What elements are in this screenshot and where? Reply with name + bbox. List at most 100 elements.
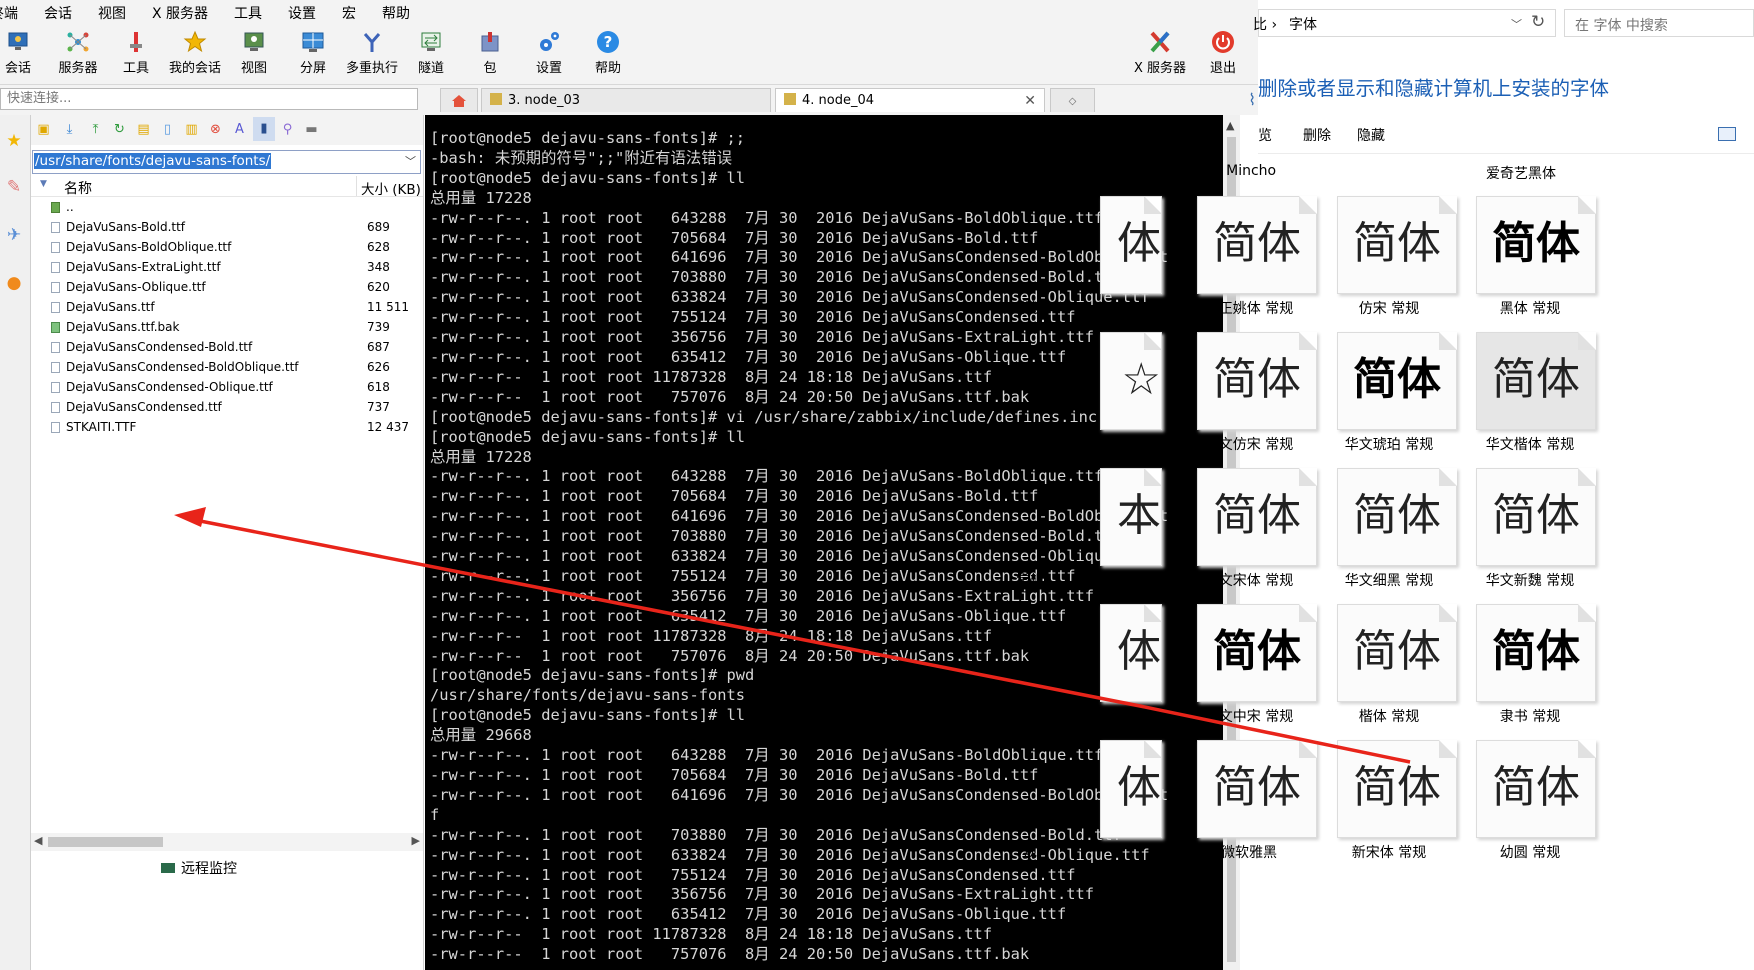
file-row[interactable]: DejaVuSans-Bold.ttf 689 [31,217,423,237]
tunnel-button[interactable]: 隧道 [400,28,462,80]
sftp-icon[interactable]: ● [4,273,24,293]
tab-node-04[interactable]: 4. node_04 ✕ [775,88,1045,112]
menu-item[interactable]: 帮助 [382,3,410,23]
font-preview-tile[interactable]: ☆ [1100,332,1162,430]
file-row[interactable]: DejaVuSansCondensed-Bold.ttf 687 [31,337,423,357]
home-tab[interactable] [440,88,478,112]
settings-button[interactable]: 设置 [518,28,580,80]
delete-icon[interactable]: ⊗ [207,121,224,138]
refresh-icon[interactable]: ↻ [1531,12,1545,32]
font-file-icon [51,402,60,413]
servers-button[interactable]: 服务器 [47,28,109,80]
font-preview-tile[interactable]: 体 [1100,196,1162,294]
tools-icon[interactable]: ✎ [4,177,24,197]
menu-item[interactable]: 视图 [98,3,126,23]
delete-button[interactable]: 删除 [1303,125,1331,145]
menu-item[interactable]: 设置 [288,3,316,23]
font-preview-tile[interactable]: 简体 [1476,332,1596,430]
menu-item[interactable]: 宏 [342,3,356,23]
x-server-button[interactable]: X 服务器 [1123,28,1197,80]
scroll-left-icon[interactable]: ◀ [34,834,42,847]
tab-node-03[interactable]: 3. node_03 [481,88,771,112]
preview-button[interactable]: 览 [1258,125,1272,145]
column-size[interactable]: 大小 (KB) [361,178,421,198]
page-heading: 删除或者显示和隐藏计算机上安装的字体 [1258,77,1610,100]
font-caption: Yu Mincho [1205,163,1277,179]
quick-connect-input[interactable]: 快速连接... [0,88,418,110]
my-sessions-button[interactable]: 我的会话 [164,28,226,80]
chevron-down-icon[interactable]: ﹀ [1511,16,1522,32]
font-preview-tile[interactable]: 简体 [1197,196,1317,294]
file-row[interactable]: STKAITI.TTF 12 437 [31,417,423,437]
menu-item[interactable]: 工具 [234,3,262,23]
font-file-icon [51,282,60,293]
close-tab-icon[interactable]: ✕ [1024,89,1036,113]
file-row[interactable]: DejaVuSansCondensed-Oblique.ttf 618 [31,377,423,397]
open-folder-icon[interactable]: ▥ [183,121,200,138]
file-row[interactable]: DejaVuSansCondensed-BoldOblique.ttf 626 [31,357,423,377]
scroll-up-icon[interactable]: ▲ [1226,119,1234,132]
font-preview-tile[interactable]: 简体 [1337,332,1457,430]
download-icon[interactable]: ⤓ [61,121,78,138]
menu-item[interactable]: 終端 [0,3,18,23]
font-preview-tile[interactable]: 简体 [1337,196,1457,294]
file-row[interactable]: DejaVuSansCondensed.ttf 737 [31,397,423,417]
file-row-updir[interactable]: .. [31,197,423,217]
macros-icon[interactable]: ✈ [4,225,24,245]
settings-icon[interactable]: ▬ [303,121,320,138]
help-button[interactable]: ? 帮助 [577,28,639,80]
split-button[interactable]: 分屏 [282,28,344,80]
menu-item[interactable]: 会话 [44,3,72,23]
tools-button[interactable]: 工具 [105,28,167,80]
font-preview-tile[interactable]: 简体 [1337,468,1457,566]
view-options-icon[interactable] [1718,127,1736,141]
rename-icon[interactable]: A [231,121,248,138]
font-preview-tile[interactable]: 简体 [1476,196,1596,294]
font-preview-tile[interactable]: 本 [1100,468,1162,566]
font-preview-tile[interactable]: 体 [1100,604,1162,702]
file-row[interactable]: DejaVuSans-Oblique.ttf 620 [31,277,423,297]
permissions-icon[interactable]: ⚲ [279,121,296,138]
file-row[interactable]: DejaVuSans-BoldOblique.ttf 628 [31,237,423,257]
refresh-icon[interactable]: ↻ [111,121,128,138]
path-dropdown[interactable]: /usr/share/fonts/dejavu-sans-fonts/ ﹀ [32,150,421,174]
font-preview-tile[interactable]: 体 [1100,740,1162,838]
new-tab-button[interactable]: ◇ [1050,88,1095,112]
menu-item[interactable]: X 服务器 [152,3,208,23]
file-row[interactable]: DejaVuSans.ttf.bak 739 [31,317,423,337]
font-preview-tile[interactable]: 简体 [1476,604,1596,702]
font-preview-tile[interactable]: 简体 [1197,740,1317,838]
exit-button[interactable]: 退出 [1192,28,1254,80]
font-preview-tile[interactable]: 简体 [1476,740,1596,838]
scrollbar-thumb[interactable] [48,837,163,847]
search-box[interactable]: 在 字体 中搜索 [1564,9,1754,37]
horizontal-scrollbar[interactable]: ◀ ▶ [31,833,423,851]
font-preview-tile[interactable]: 简体 [1197,332,1317,430]
multi-exec-button[interactable]: 多重执行 [341,28,403,80]
address-bar[interactable]: 比 › 字体 ﹀ ↻ [1253,9,1556,37]
font-sample-text: 体 [1117,626,1161,677]
file-row[interactable]: DejaVuSans-ExtraLight.ttf 348 [31,257,423,277]
column-name[interactable]: 名称 [64,178,92,198]
file-size: 618 [367,380,390,394]
font-preview-tile[interactable]: 简体 [1197,604,1317,702]
terminal-follow-icon[interactable]: ▮ [253,117,275,141]
hide-button[interactable]: 隐藏 [1357,125,1385,145]
sessions-star-icon[interactable]: ★ [4,131,24,151]
font-preview-tile[interactable]: 简体 [1476,468,1596,566]
remote-monitor-toggle[interactable]: 远程监控 [161,858,237,878]
session-button[interactable]: 会话 [0,28,49,80]
view-button[interactable]: 视图 [223,28,285,80]
font-preview-tile[interactable]: 简体 [1337,604,1457,702]
packages-button[interactable]: 包 [459,28,521,80]
folder-up-icon[interactable]: ▣ [35,121,52,138]
file-row[interactable]: DejaVuSans.ttf 11 511 [31,297,423,317]
new-folder-icon[interactable]: ▤ [135,121,152,138]
new-file-icon[interactable]: ▯ [159,121,176,138]
toolbar-label: 分屏 [299,61,326,76]
font-preview-tile[interactable]: 简体 [1337,740,1457,838]
attach-icon[interactable]: ⌇ [1248,90,1256,109]
scroll-right-icon[interactable]: ▶ [412,834,420,847]
upload-icon[interactable]: ⤒ [87,121,104,138]
font-preview-tile[interactable]: 简体 [1197,468,1317,566]
